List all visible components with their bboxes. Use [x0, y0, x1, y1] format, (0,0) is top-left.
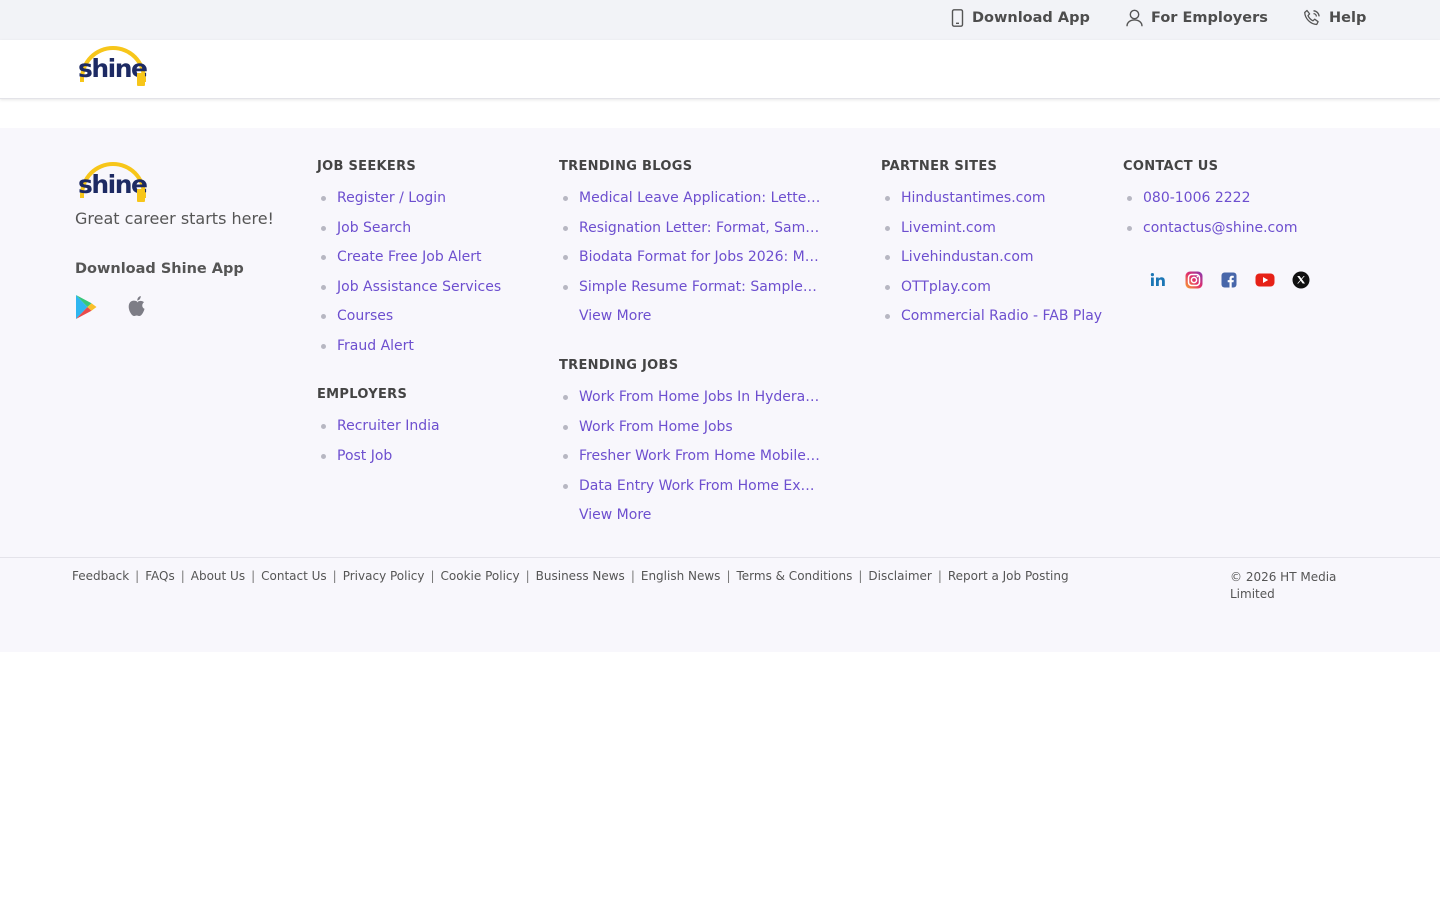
footer-shine-logo[interactable]: shine: [78, 162, 150, 208]
download-app-link[interactable]: Download App: [951, 9, 1090, 27]
employers-heading: EMPLOYERS: [317, 387, 408, 402]
job-seekers-heading: JOB SEEKERS: [317, 159, 417, 174]
top-utility-bar: Download App For Employers Help: [0, 0, 1440, 40]
link-fraud-alert[interactable]: Fraud Alert: [317, 336, 537, 366]
separator: |: [135, 569, 140, 583]
trending-jobs-heading: TRENDING JOBS: [559, 358, 679, 373]
contact-us-heading: CONTACT US: [1123, 159, 1219, 174]
separator: |: [332, 569, 337, 583]
link-business-news[interactable]: Business News: [536, 569, 625, 583]
link-faqs[interactable]: FAQs: [145, 569, 175, 583]
user-icon: [1126, 9, 1143, 27]
view-more-jobs-link[interactable]: View More: [559, 505, 825, 535]
link-privacy-policy[interactable]: Privacy Policy: [343, 569, 425, 583]
separator: |: [251, 569, 256, 583]
link-livemint[interactable]: Livemint.com: [881, 218, 1111, 248]
link-livehindustan[interactable]: Livehindustan.com: [881, 247, 1111, 277]
download-app-heading: Download Shine App: [75, 261, 244, 277]
employers-links: Recruiter India Post Job: [317, 416, 537, 475]
trending-blogs-links: Medical Leave Application: Lette… Resign…: [559, 188, 825, 336]
link-register-login[interactable]: Register / Login: [317, 188, 537, 218]
instagram-icon[interactable]: [1185, 271, 1203, 289]
site-header: shine: [0, 40, 1440, 99]
link-cookie-policy[interactable]: Cookie Policy: [441, 569, 520, 583]
link-job-wfh-hyderabad[interactable]: Work From Home Jobs In Hydera…: [559, 387, 825, 417]
for-employers-label: For Employers: [1151, 10, 1268, 26]
contact-phone-link[interactable]: 080-1006 2222: [1123, 188, 1363, 218]
link-post-job[interactable]: Post Job: [317, 446, 537, 476]
link-fab-play[interactable]: Commercial Radio - FAB Play: [881, 306, 1111, 336]
separator: |: [858, 569, 863, 583]
link-contact-us[interactable]: Contact Us: [261, 569, 327, 583]
trending-jobs-links: Work From Home Jobs In Hydera… Work From…: [559, 387, 825, 535]
logo-badge: [137, 189, 145, 202]
partner-sites-links: Hindustantimes.com Livemint.com Livehind…: [881, 188, 1111, 336]
trending-blogs-heading: TRENDING BLOGS: [559, 159, 693, 174]
link-about-us[interactable]: About Us: [191, 569, 245, 583]
mobile-phone-icon: [951, 9, 964, 27]
link-blog-simple-resume[interactable]: Simple Resume Format: Sample…: [559, 277, 825, 307]
apple-icon[interactable]: [126, 294, 148, 320]
facebook-icon[interactable]: [1220, 271, 1238, 289]
link-create-free-job-alert[interactable]: Create Free Job Alert: [317, 247, 537, 277]
help-label: Help: [1329, 10, 1367, 26]
partner-sites-heading: PARTNER SITES: [881, 159, 998, 174]
contact-us-links: 080-1006 2222 contactus@shine.com: [1123, 188, 1363, 247]
link-disclaimer[interactable]: Disclaimer: [868, 569, 931, 583]
link-hindustantimes[interactable]: Hindustantimes.com: [881, 188, 1111, 218]
link-blog-resignation-letter[interactable]: Resignation Letter: Format, Sam…: [559, 218, 825, 248]
link-report-job-posting[interactable]: Report a Job Posting: [948, 569, 1069, 583]
link-ottplay[interactable]: OTTplay.com: [881, 277, 1111, 307]
link-job-data-entry-wfh[interactable]: Data Entry Work From Home Ex…: [559, 476, 825, 506]
separator: |: [937, 569, 942, 583]
link-job-fresher-wfh-mobile[interactable]: Fresher Work From Home Mobile…: [559, 446, 825, 476]
link-blog-medical-leave[interactable]: Medical Leave Application: Lette…: [559, 188, 825, 218]
link-courses[interactable]: Courses: [317, 306, 537, 336]
copyright-text: © 2026 HT Media Limited: [1230, 570, 1337, 601]
contact-email-link[interactable]: contactus@shine.com: [1123, 218, 1363, 248]
phone-call-icon: [1304, 9, 1320, 26]
help-link[interactable]: Help: [1303, 9, 1366, 27]
linkedin-icon[interactable]: [1149, 271, 1167, 289]
for-employers-link[interactable]: For Employers: [1126, 9, 1268, 27]
google-play-icon[interactable]: [75, 294, 97, 320]
separator: |: [726, 569, 731, 583]
link-english-news[interactable]: English News: [641, 569, 721, 583]
link-terms-conditions[interactable]: Terms & Conditions: [736, 569, 852, 583]
link-recruiter-india[interactable]: Recruiter India: [317, 416, 537, 446]
footer-bottom-links: Feedback | FAQs | About Us | Contact Us | Pr…: [72, 569, 1069, 583]
job-seekers-links: Register / Login Job Search Create Free …: [317, 188, 537, 366]
separator: |: [525, 569, 530, 583]
link-job-assistance-services[interactable]: Job Assistance Services: [317, 277, 537, 307]
x-twitter-icon[interactable]: [1292, 271, 1310, 289]
link-job-search[interactable]: Job Search: [317, 218, 537, 248]
link-feedback[interactable]: Feedback: [72, 569, 129, 583]
separator: |: [430, 569, 435, 583]
shine-logo[interactable]: shine: [78, 46, 150, 92]
brand-tagline: Great career starts here!: [75, 209, 274, 228]
link-blog-biodata-format[interactable]: Biodata Format for Jobs 2026: M…: [559, 247, 825, 277]
link-job-wfh[interactable]: Work From Home Jobs: [559, 417, 825, 447]
logo-badge: [137, 73, 145, 86]
footer-divider: [0, 557, 1440, 558]
separator: |: [630, 569, 635, 583]
youtube-icon[interactable]: [1255, 271, 1275, 289]
download-app-label: Download App: [972, 10, 1090, 26]
separator: |: [180, 569, 185, 583]
view-more-blogs-link[interactable]: View More: [559, 306, 825, 336]
